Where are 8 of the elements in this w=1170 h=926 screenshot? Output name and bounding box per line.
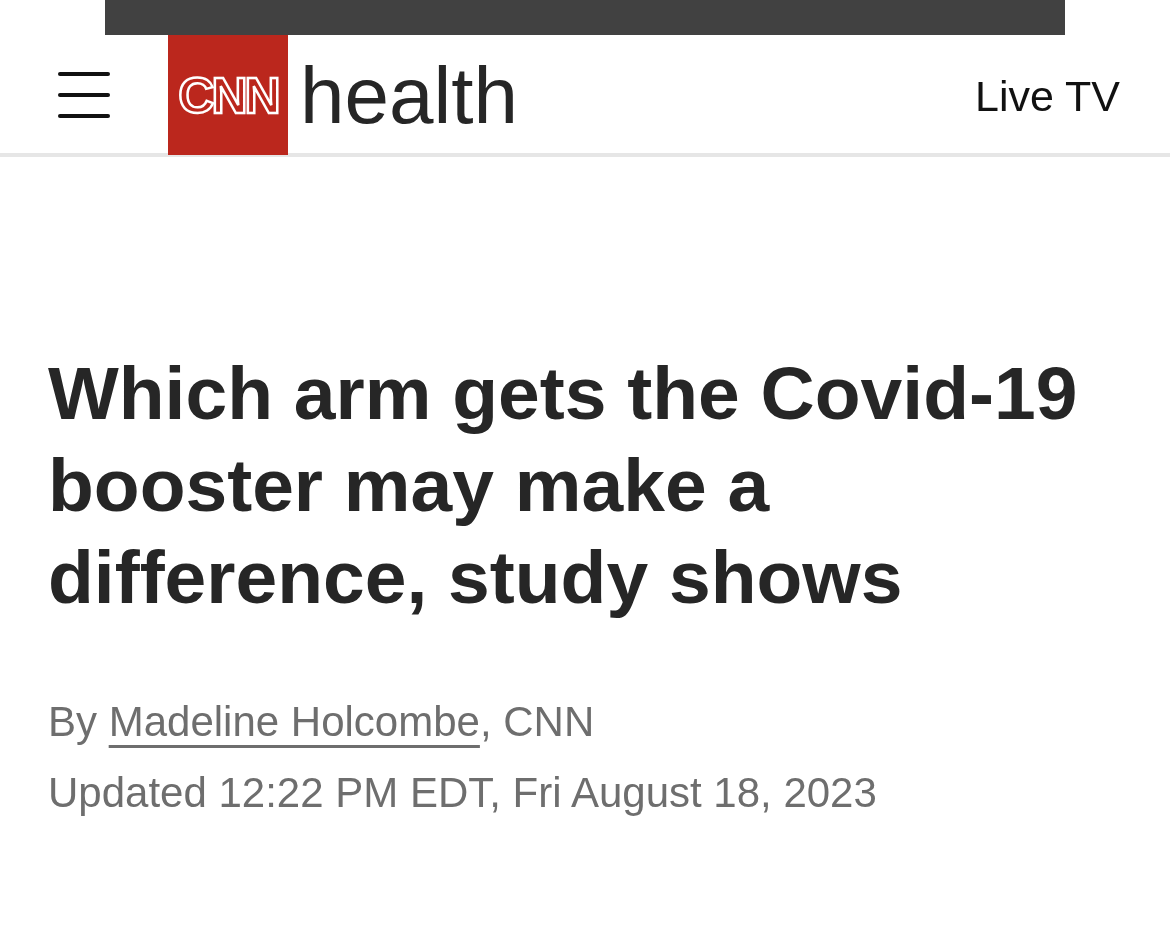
author-link[interactable]: Madeline Holcombe [108,698,480,745]
menu-icon[interactable] [58,71,110,119]
live-tv-link[interactable]: Live TV [975,71,1120,121]
byline: By Madeline Holcombe, CNN [48,697,596,747]
headline: Which arm gets the Covid-19 booster may make a difference, study shows [48,350,1079,621]
site-logo[interactable]: CNN [168,35,288,155]
updated-timestamp: Updated 12:22 PM EDT, Fri August 18, 2023 [48,768,878,818]
section-name: health [300,56,518,136]
